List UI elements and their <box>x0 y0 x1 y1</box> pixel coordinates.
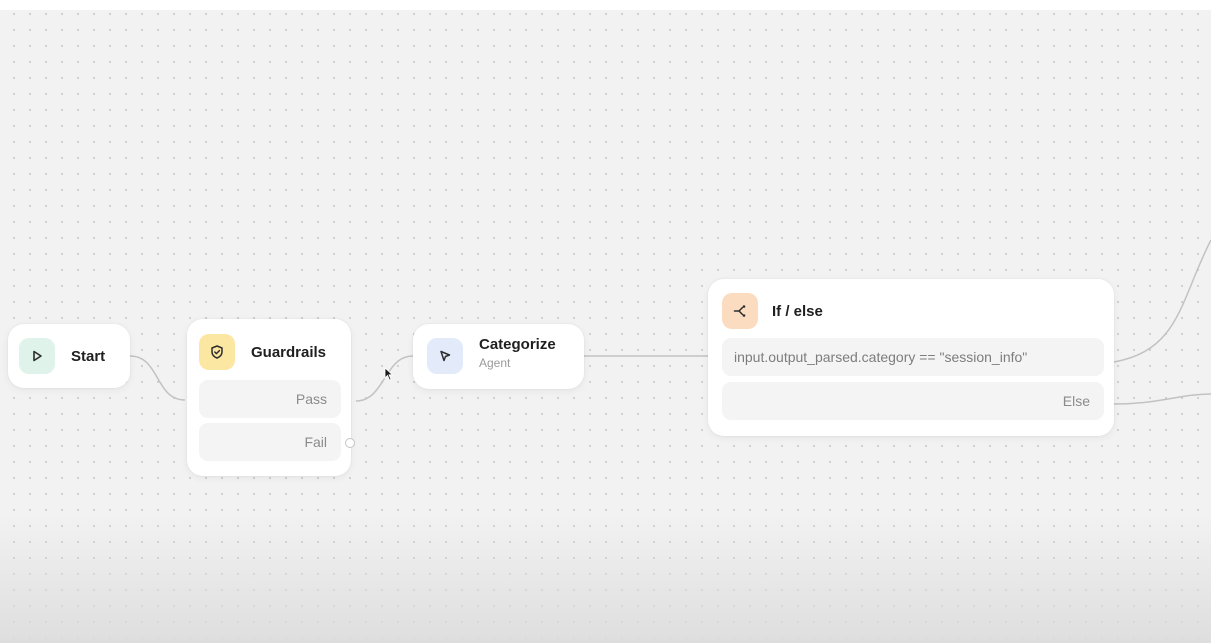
branch-pass[interactable]: Pass <box>199 380 341 418</box>
ifelse-node[interactable]: If / else input.output_parsed.category =… <box>708 279 1114 436</box>
condition-row[interactable]: input.output_parsed.category == "session… <box>722 338 1104 376</box>
play-icon <box>33 350 42 362</box>
categorize-node[interactable]: Categorize Agent <box>413 324 584 389</box>
edge-else-out <box>1113 393 1211 405</box>
guardrails-icon-box <box>199 334 235 370</box>
start-node[interactable]: Start <box>8 324 130 388</box>
workflow-canvas[interactable]: Start Guardrails Pass Fail Categorize Ag… <box>0 0 1211 643</box>
edge-start-to-guardrails <box>129 355 186 401</box>
guardrails-title: Guardrails <box>251 343 327 361</box>
ifelse-icon-box <box>722 293 758 329</box>
start-title: Start <box>71 347 106 365</box>
fail-output-handle[interactable] <box>345 438 355 448</box>
branch-split-icon <box>733 305 746 317</box>
shield-check-icon <box>211 345 223 359</box>
edge-condition-out <box>1113 239 1211 363</box>
ifelse-title: If / else <box>772 302 823 320</box>
categorize-subtitle: Agent <box>479 356 511 370</box>
mouse-cursor-icon <box>384 367 394 381</box>
branch-fail[interactable]: Fail <box>199 423 341 461</box>
else-row[interactable]: Else <box>722 382 1104 420</box>
categorize-icon-box <box>427 338 463 374</box>
categorize-title: Categorize <box>479 336 556 353</box>
start-icon-box <box>19 338 55 374</box>
cursor-arrow-icon <box>440 350 451 362</box>
guardrails-node[interactable]: Guardrails Pass Fail <box>187 319 355 476</box>
